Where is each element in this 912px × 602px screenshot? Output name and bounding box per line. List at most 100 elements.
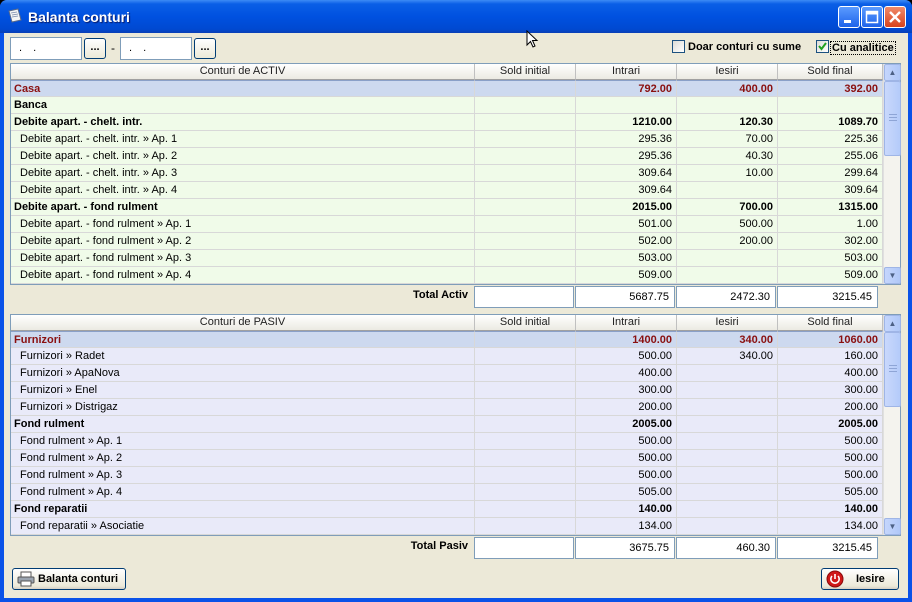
intrari-cell: 501.00 bbox=[576, 216, 677, 232]
table-row[interactable]: Debite apart. - chelt. intr. » Ap. 2 295.… bbox=[11, 148, 883, 165]
activ-total-sold-initial bbox=[474, 286, 574, 308]
col-header-iesiri[interactable]: Iesiri bbox=[677, 315, 778, 331]
table-row[interactable]: Fond rulment » Ap. 3 500.00 500.00 bbox=[11, 467, 883, 484]
sold-final-cell: 1315.00 bbox=[778, 199, 883, 215]
pasiv-scrollbar[interactable]: ▲ ▼ bbox=[883, 315, 901, 535]
scroll-down-icon[interactable]: ▼ bbox=[884, 267, 901, 284]
scroll-up-icon[interactable]: ▲ bbox=[884, 315, 901, 332]
activ-rows: Casa 792.00 400.00 392.00 Banca Debite apart.… bbox=[11, 80, 883, 284]
table-row[interactable]: Debite apart. - chelt. intr. » Ap. 4 309.… bbox=[11, 182, 883, 199]
activ-scroll-thumb[interactable] bbox=[884, 81, 901, 156]
col-header-intrari[interactable]: Intrari bbox=[576, 315, 677, 331]
minimize-button[interactable] bbox=[838, 6, 860, 28]
mouse-cursor-icon bbox=[526, 30, 539, 48]
scroll-up-icon[interactable]: ▲ bbox=[884, 64, 901, 81]
table-row[interactable]: Banca bbox=[11, 97, 883, 114]
intrari-cell: 134.00 bbox=[576, 518, 677, 534]
iesiri-cell: 70.00 bbox=[677, 131, 778, 147]
iesiri-cell bbox=[677, 484, 778, 500]
table-row[interactable]: Furnizori » Radet 500.00 340.00 160.00 bbox=[11, 348, 883, 365]
table-row[interactable]: Fond rulment 2005.00 2005.00 bbox=[11, 416, 883, 433]
sold-final-cell: 255.06 bbox=[778, 148, 883, 164]
iesiri-cell bbox=[677, 399, 778, 415]
table-row[interactable]: Fond rulment » Ap. 2 500.00 500.00 bbox=[11, 450, 883, 467]
activ-table-header: Conturi de ACTIV Sold initial Intrari Ie… bbox=[11, 64, 883, 80]
activ-account-column-header[interactable]: Conturi de ACTIV bbox=[11, 64, 475, 80]
table-row[interactable]: Debite apart. - fond rulment 2015.00 700.0… bbox=[11, 199, 883, 216]
col-header-sold-final[interactable]: Sold final bbox=[778, 64, 883, 80]
table-row[interactable]: Debite apart. - chelt. intr. » Ap. 3 309.… bbox=[11, 165, 883, 182]
power-icon bbox=[826, 570, 844, 588]
intrari-cell: 1400.00 bbox=[576, 331, 677, 347]
intrari-cell: 502.00 bbox=[576, 233, 677, 249]
table-row[interactable]: Furnizori » Enel 300.00 300.00 bbox=[11, 382, 883, 399]
table-row[interactable]: Furnizori 1400.00 340.00 1060.00 bbox=[11, 331, 883, 348]
sold-initial-cell bbox=[475, 518, 576, 534]
account-name: Banca bbox=[11, 97, 475, 113]
printer-icon bbox=[17, 571, 35, 587]
table-row[interactable]: Debite apart. - fond rulment » Ap. 3 503.… bbox=[11, 250, 883, 267]
app-icon bbox=[8, 8, 22, 23]
table-row[interactable]: Debite apart. - fond rulment » Ap. 4 509.… bbox=[11, 267, 883, 284]
only-sums-label[interactable]: Doar conturi cu sume bbox=[688, 41, 801, 53]
analytic-checkbox[interactable] bbox=[816, 40, 829, 53]
account-name: Debite apart. - fond rulment » Ap. 3 bbox=[11, 250, 475, 266]
date-to-picker-button[interactable]: ... bbox=[194, 38, 216, 59]
pasiv-total-iesiri: 460.30 bbox=[676, 537, 776, 559]
iesiri-cell bbox=[677, 365, 778, 381]
intrari-cell: 200.00 bbox=[576, 399, 677, 415]
activ-total-sold-final: 3215.45 bbox=[777, 286, 878, 308]
sold-initial-cell bbox=[475, 114, 576, 130]
close-button[interactable] bbox=[884, 6, 906, 28]
iesiri-cell bbox=[677, 250, 778, 266]
exit-button[interactable]: Iesire bbox=[821, 568, 899, 590]
pasiv-scroll-thumb[interactable] bbox=[884, 332, 901, 407]
iesiri-cell: 340.00 bbox=[677, 348, 778, 364]
pasiv-total-label: Total Pasiv bbox=[410, 540, 468, 552]
col-header-iesiri[interactable]: Iesiri bbox=[677, 64, 778, 80]
col-header-sold-final[interactable]: Sold final bbox=[778, 315, 883, 331]
col-header-intrari[interactable]: Intrari bbox=[576, 64, 677, 80]
intrari-cell: 2015.00 bbox=[576, 199, 677, 215]
table-row[interactable]: Fond reparatii » Asociatie 134.00 134.00 bbox=[11, 518, 883, 535]
date-from-field[interactable]: . . bbox=[10, 37, 82, 60]
print-balance-button[interactable]: Balanta conturi bbox=[12, 568, 126, 590]
pasiv-account-column-header[interactable]: Conturi de PASIV bbox=[11, 315, 475, 331]
sold-final-cell: 309.64 bbox=[778, 182, 883, 198]
sold-final-cell: 200.00 bbox=[778, 399, 883, 415]
maximize-button[interactable] bbox=[861, 6, 883, 28]
table-row[interactable]: Furnizori » Distrigaz 200.00 200.00 bbox=[11, 399, 883, 416]
account-name: Fond rulment bbox=[11, 416, 475, 432]
table-row[interactable]: Debite apart. - fond rulment » Ap. 2 502.… bbox=[11, 233, 883, 250]
iesiri-cell bbox=[677, 382, 778, 398]
table-row[interactable]: Debite apart. - chelt. intr. » Ap. 1 295.… bbox=[11, 131, 883, 148]
iesiri-cell bbox=[677, 416, 778, 432]
sold-final-cell bbox=[778, 97, 883, 113]
analytic-label[interactable]: Cu analitice bbox=[830, 41, 896, 55]
activ-scrollbar[interactable]: ▲ ▼ bbox=[883, 64, 901, 284]
table-row[interactable]: Casa 792.00 400.00 392.00 bbox=[11, 80, 883, 97]
date-from-picker-button[interactable]: ... bbox=[84, 38, 106, 59]
table-row[interactable]: Fond rulment » Ap. 4 505.00 505.00 bbox=[11, 484, 883, 501]
table-row[interactable]: Fond reparatii 140.00 140.00 bbox=[11, 501, 883, 518]
table-row[interactable]: Debite apart. - fond rulment » Ap. 1 501.… bbox=[11, 216, 883, 233]
only-sums-checkbox[interactable] bbox=[672, 40, 685, 53]
iesiri-cell: 400.00 bbox=[677, 80, 778, 96]
date-range-separator: - bbox=[111, 41, 115, 55]
table-row[interactable]: Fond rulment » Ap. 1 500.00 500.00 bbox=[11, 433, 883, 450]
col-header-sold-initial[interactable]: Sold initial bbox=[475, 315, 576, 331]
intrari-cell: 792.00 bbox=[576, 80, 677, 96]
minimize-icon bbox=[844, 20, 851, 23]
table-row[interactable]: Furnizori » ApaNova 400.00 400.00 bbox=[11, 365, 883, 382]
iesiri-cell: 200.00 bbox=[677, 233, 778, 249]
date-to-field[interactable]: . . bbox=[120, 37, 192, 60]
iesiri-cell bbox=[677, 467, 778, 483]
sold-final-cell: 140.00 bbox=[778, 501, 883, 517]
iesiri-cell: 340.00 bbox=[677, 331, 778, 347]
title-bar[interactable]: Balanta conturi bbox=[0, 0, 912, 33]
sold-final-cell: 299.64 bbox=[778, 165, 883, 181]
scroll-down-icon[interactable]: ▼ bbox=[884, 518, 901, 535]
col-header-sold-initial[interactable]: Sold initial bbox=[475, 64, 576, 80]
table-row[interactable]: Debite apart. - chelt. intr. 1210.00 120.3… bbox=[11, 114, 883, 131]
sold-initial-cell bbox=[475, 131, 576, 147]
